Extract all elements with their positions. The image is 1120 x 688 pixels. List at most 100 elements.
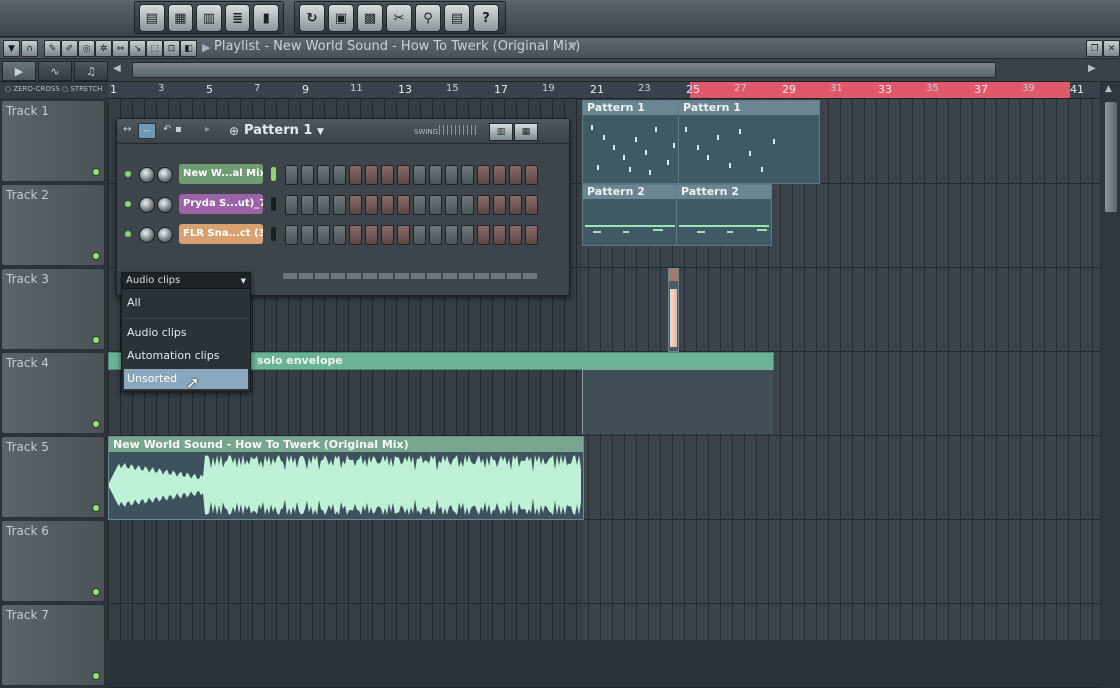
menu-arrow-icon[interactable]: ▼ [3, 40, 20, 57]
step-button[interactable] [397, 225, 410, 245]
step-button[interactable] [365, 165, 378, 185]
stretch-toggle[interactable]: ○ STRETCH [62, 85, 102, 93]
snap-magnet-icon[interactable]: ∩ [21, 40, 38, 57]
step-button[interactable] [349, 195, 362, 215]
step-button[interactable] [493, 165, 506, 185]
swing-slider[interactable] [439, 125, 479, 135]
paint-tool-icon[interactable]: ✐ [61, 40, 78, 57]
step-button[interactable] [365, 225, 378, 245]
track-header[interactable]: Track 5 [1, 436, 105, 518]
step-button[interactable] [525, 195, 538, 215]
undo-icon[interactable]: ↻ [299, 4, 325, 32]
step-button[interactable] [381, 225, 394, 245]
pattern-selector[interactable]: Pattern 1 ▼ [244, 123, 324, 138]
step-button[interactable] [285, 165, 298, 185]
restore-window-icon[interactable]: ❐ [1086, 40, 1103, 57]
render-icon[interactable]: ▩ [357, 4, 383, 32]
step-button[interactable] [445, 225, 458, 245]
step-button[interactable] [477, 225, 490, 245]
draw-tool-icon[interactable]: ✎ [44, 40, 61, 57]
piano-keys-icon[interactable]: ▦ [514, 123, 538, 141]
track-enable-led[interactable] [92, 420, 100, 428]
volume-knob[interactable] [157, 227, 173, 243]
vertical-scrollbar[interactable]: ▲ [1102, 82, 1120, 640]
vertical-scroll-thumb[interactable] [1105, 102, 1117, 212]
filter-option-automation-clips[interactable]: Automation clips [124, 346, 248, 366]
step-button[interactable] [301, 195, 314, 215]
channel-name-button[interactable]: FLR Sna...ct (3) [179, 224, 263, 244]
step-button[interactable] [365, 195, 378, 215]
add-pattern-icon[interactable]: ⊕ [229, 124, 239, 138]
step-button[interactable] [381, 165, 394, 185]
track-enable-led[interactable] [92, 588, 100, 596]
cut-icon[interactable]: ✂ [386, 4, 412, 32]
step-button[interactable] [509, 225, 522, 245]
step-button[interactable] [525, 165, 538, 185]
keyboard-icon[interactable]: ▥ [196, 4, 222, 32]
browser-icon[interactable]: ≣ [224, 4, 251, 32]
step-button[interactable] [429, 225, 442, 245]
notes-icon[interactable]: ▤ [444, 4, 470, 32]
track-header[interactable]: Track 4 [1, 352, 105, 434]
stop-rack-icon[interactable]: ▪ [175, 124, 182, 135]
help-button[interactable]: ? [473, 4, 499, 32]
step-button[interactable] [317, 165, 330, 185]
close-window-icon[interactable]: ✕ [1103, 40, 1120, 57]
resize-icon[interactable]: ↔ [123, 124, 131, 135]
step-button[interactable] [493, 225, 506, 245]
step-sequencer-icon[interactable]: ▥ [489, 123, 513, 141]
pattern-clip[interactable]: Pattern 2 [676, 184, 772, 246]
step-button[interactable] [301, 165, 314, 185]
slice-tool-icon[interactable]: ↘ [129, 40, 146, 57]
step-button[interactable] [509, 195, 522, 215]
pattern-clip[interactable]: Pattern 2 [582, 184, 678, 246]
delete-tool-icon[interactable]: ◎ [78, 40, 95, 57]
filter-option-all[interactable]: All [124, 293, 248, 313]
step-button[interactable] [477, 195, 490, 215]
track-header[interactable]: Track 7 [1, 604, 105, 686]
piano-roll-icon[interactable]: ▦ [167, 4, 194, 32]
step-button[interactable] [333, 225, 346, 245]
step-button[interactable] [397, 195, 410, 215]
pan-knob[interactable] [139, 227, 155, 243]
step-button[interactable] [445, 195, 458, 215]
audio-clip-small[interactable] [668, 268, 679, 352]
title-dropdown-icon[interactable]: ▼ [570, 41, 577, 51]
expand-arrow-icon[interactable]: ▸ [205, 124, 210, 135]
step-button[interactable] [317, 195, 330, 215]
audio-clip[interactable]: New World Sound - How To Twerk (Original… [108, 436, 584, 520]
step-button[interactable] [397, 165, 410, 185]
track-enable-led[interactable] [92, 672, 100, 680]
track-header[interactable]: Track 3 [1, 268, 105, 350]
volume-knob[interactable] [157, 197, 173, 213]
step-button[interactable] [461, 225, 474, 245]
step-button[interactable] [461, 195, 474, 215]
scroll-up-icon[interactable]: ▲ [1105, 84, 1112, 94]
step-button[interactable] [525, 225, 538, 245]
save-icon[interactable]: ▣ [328, 4, 354, 32]
mute-tool-icon[interactable]: ✲ [95, 40, 112, 57]
channel-select-indicator[interactable] [271, 167, 276, 181]
volume-knob[interactable] [157, 167, 173, 183]
zoom-icon[interactable]: ⚲ [415, 4, 441, 32]
tab-audio[interactable]: ♫ [74, 61, 108, 81]
horizontal-scrollbar[interactable] [132, 62, 996, 78]
step-button[interactable] [349, 165, 362, 185]
track-enable-led[interactable] [92, 336, 100, 344]
zero-cross-toggle[interactable]: ○ ZERO-CROSS [5, 85, 60, 93]
track-enable-led[interactable] [92, 504, 100, 512]
step-button[interactable] [333, 165, 346, 185]
track-header[interactable]: Track 6 [1, 520, 105, 602]
timeline-ruler[interactable]: 1 3 5 7 9 11 13 15 17 19 21 23 25 27 29 31 33 35 37 39 41 [108, 82, 1100, 99]
track-header[interactable]: Track 2 [1, 184, 105, 266]
channel-mute-led[interactable] [125, 171, 131, 177]
slip-tool-icon[interactable]: ⇔ [112, 40, 129, 57]
step-button[interactable] [333, 195, 346, 215]
step-button[interactable] [429, 195, 442, 215]
channel-name-button[interactable]: New W...al Mix) [179, 164, 263, 184]
step-button[interactable] [349, 225, 362, 245]
step-button[interactable] [509, 165, 522, 185]
filter-option-audio-clips[interactable]: Audio clips [124, 323, 248, 343]
pattern-clip[interactable]: Pattern 1 [582, 100, 680, 184]
playlist-icon[interactable]: ▤ [139, 4, 165, 32]
